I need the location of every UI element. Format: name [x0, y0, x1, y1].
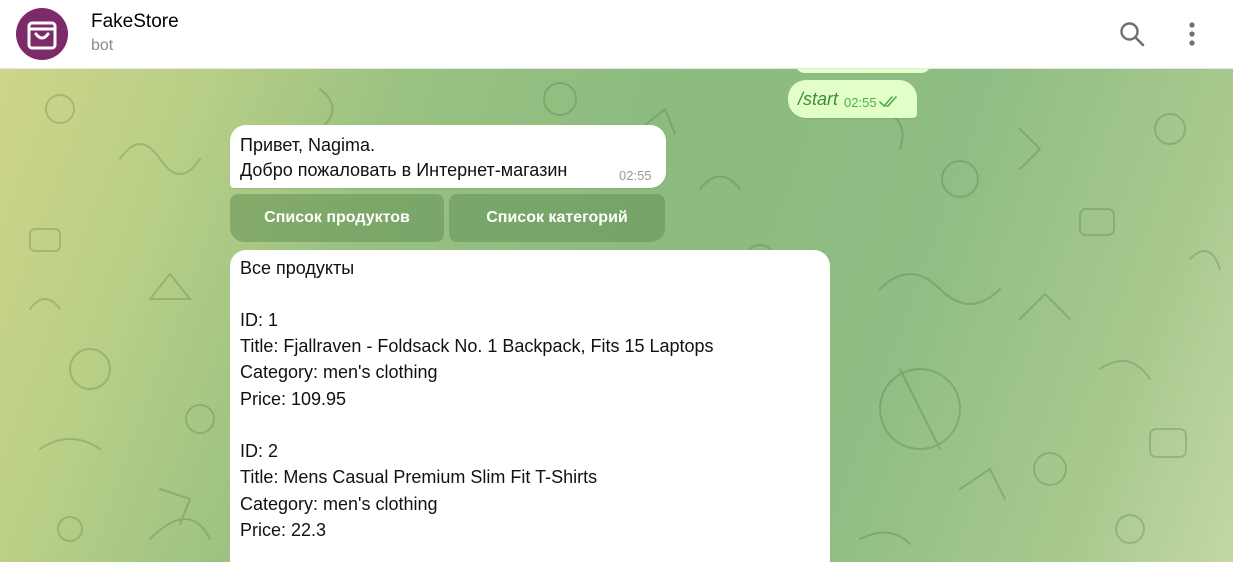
- chat-messages-area[interactable]: /start 02:55 Привет, Nagima. Добро пожал…: [0, 69, 1233, 562]
- shopping-bag-icon: [27, 21, 57, 50]
- more-options-button[interactable]: [1176, 18, 1208, 50]
- previous-message-edge: [795, 69, 931, 73]
- incoming-greeting-message[interactable]: Привет, Nagima. Добро пожаловать в Интер…: [230, 125, 666, 188]
- greeting-time: 02:55: [619, 168, 652, 183]
- products-list-button[interactable]: Список продуктов: [230, 194, 444, 242]
- greeting-line-2: Добро пожаловать в Интернет-магазин: [240, 160, 568, 180]
- product-2-category: Category: men's clothing: [240, 494, 438, 514]
- chat-title[interactable]: FakeStore: [91, 11, 179, 33]
- categories-list-button[interactable]: Список категорий: [449, 194, 665, 242]
- products-heading: Все продукты: [240, 258, 355, 278]
- greeting-line-1: Привет, Nagima.: [240, 135, 376, 155]
- product-1-id: ID: 1: [240, 310, 279, 330]
- product-2-id: ID: 2: [240, 441, 279, 461]
- product-1-category: Category: men's clothing: [240, 362, 438, 382]
- product-1-title: Title: Fjallraven - Foldsack No. 1 Backp…: [240, 336, 714, 356]
- outgoing-message[interactable]: /start 02:55: [788, 80, 917, 118]
- product-1-price: Price: 109.95: [240, 389, 347, 409]
- chat-subtitle: bot: [91, 37, 114, 54]
- product-2-price: Price: 22.3: [240, 520, 327, 540]
- search-icon: [1120, 22, 1145, 47]
- product-2-title: Title: Mens Casual Premium Slim Fit T-Sh…: [240, 467, 598, 487]
- search-button[interactable]: [1116, 18, 1148, 50]
- double-check-icon: [878, 96, 899, 108]
- outgoing-message-text: /start: [798, 88, 839, 109]
- avatar[interactable]: [16, 8, 68, 60]
- chat-header: FakeStore bot: [0, 0, 1233, 69]
- outgoing-message-time: 02:55: [844, 94, 877, 110]
- products-message[interactable]: Все продукты ID: 1 Title: Fjallraven - F…: [230, 250, 830, 562]
- more-vertical-icon: [1189, 22, 1195, 46]
- telegram-chat-window: FakeStore bot /start 02:55 Привет, Nagim…: [0, 0, 1233, 562]
